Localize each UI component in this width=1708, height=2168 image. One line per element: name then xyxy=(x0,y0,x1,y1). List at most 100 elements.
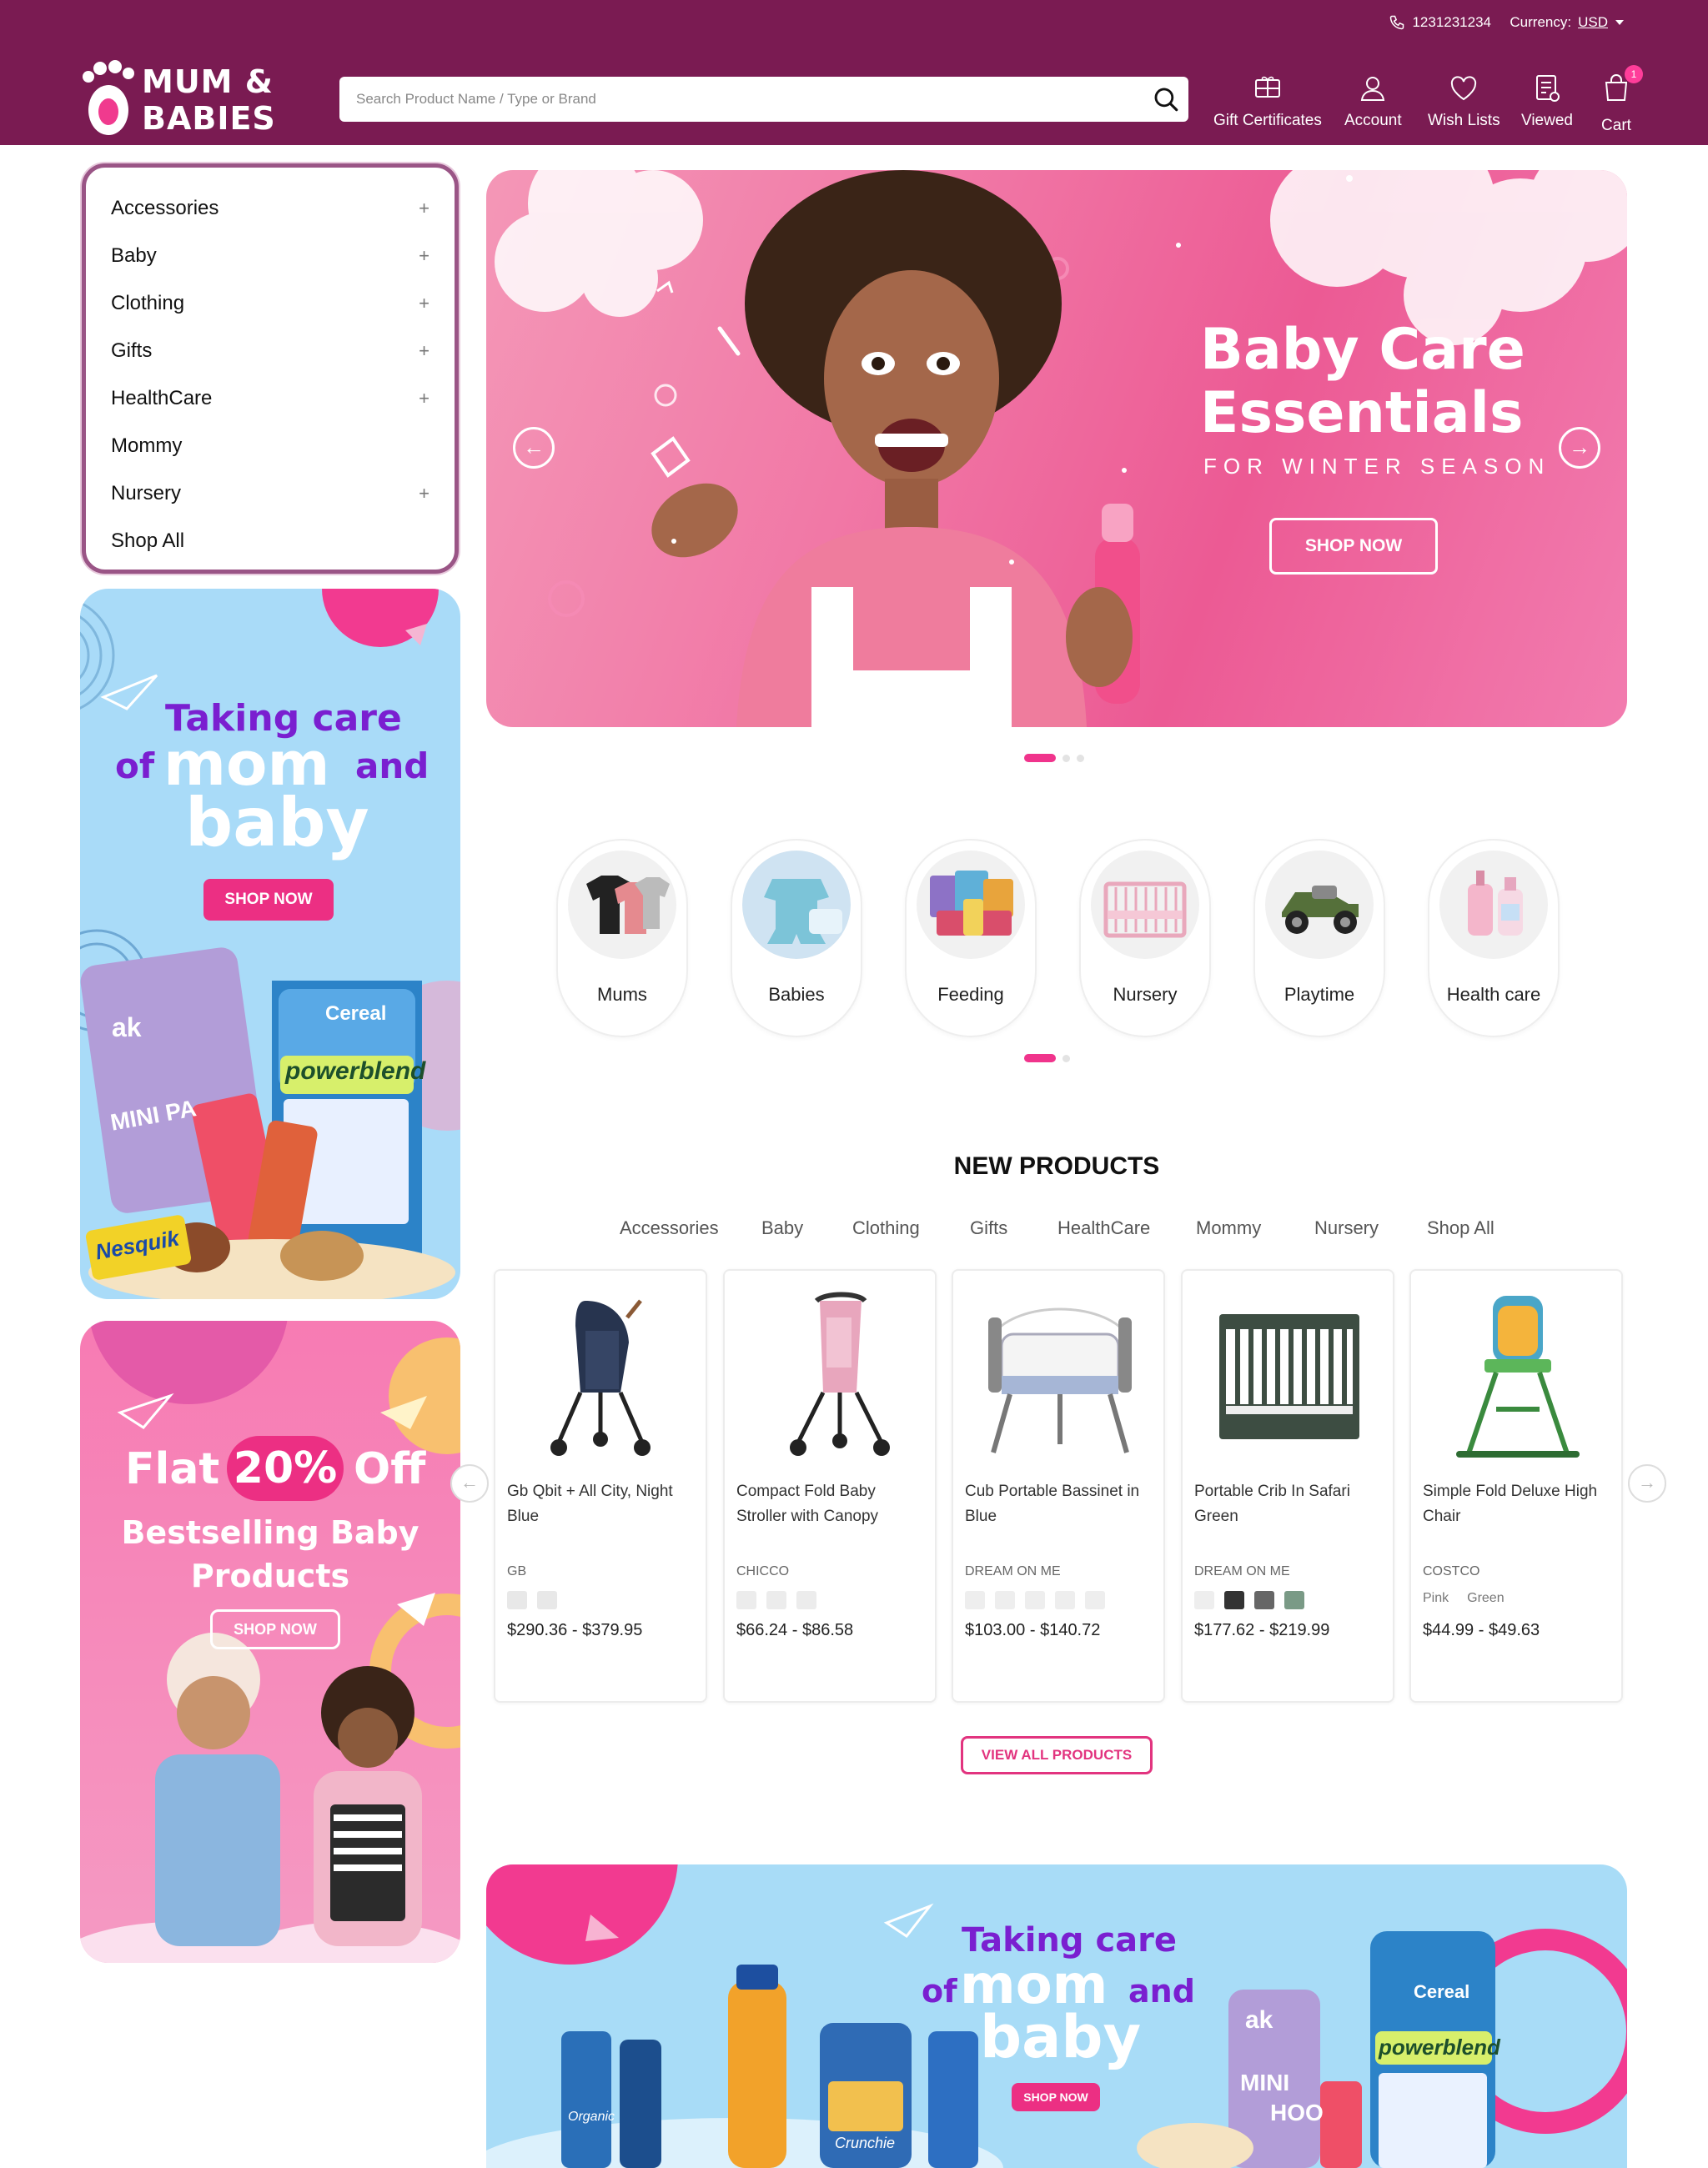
tab-nursery[interactable]: Nursery xyxy=(1314,1217,1379,1239)
product-brand: GB xyxy=(507,1564,527,1578)
promo-banner-mom-baby[interactable]: Taking care of mom and baby SHOP NOW Cer… xyxy=(80,589,460,1299)
category-card-nursery[interactable]: Nursery xyxy=(1079,839,1211,1037)
category-image xyxy=(568,851,676,959)
hero-title: Baby Care Essentials xyxy=(1200,319,1525,445)
nav-account[interactable]: Account xyxy=(1344,72,1402,130)
swatch-option[interactable] xyxy=(965,1591,985,1609)
product-card[interactable]: Portable Crib In Safari Green DREAM ON M… xyxy=(1181,1269,1394,1703)
category-image xyxy=(917,851,1025,959)
expand-plus-icon[interactable]: + xyxy=(419,340,430,362)
category-card-health-care[interactable]: Health care xyxy=(1428,839,1560,1037)
pagination-dot-active[interactable] xyxy=(1024,754,1056,762)
view-all-products-button[interactable]: VIEW ALL PRODUCTS xyxy=(961,1736,1153,1774)
swatch-option[interactable] xyxy=(1194,1591,1214,1609)
expand-plus-icon[interactable]: + xyxy=(419,483,430,504)
expand-plus-icon[interactable]: + xyxy=(419,293,430,314)
package-label: powerblend xyxy=(1379,2035,1500,2060)
tab-clothing[interactable]: Clothing xyxy=(852,1217,920,1239)
category-card-mums[interactable]: Mums xyxy=(556,839,688,1037)
product-name[interactable]: Simple Fold Deluxe High Chair xyxy=(1423,1479,1611,1529)
product-name[interactable]: Cub Portable Bassinet in Blue xyxy=(965,1479,1153,1529)
product-name[interactable]: Portable Crib In Safari Green xyxy=(1194,1479,1383,1529)
expand-plus-icon[interactable]: + xyxy=(419,388,430,409)
pagination-dot-active[interactable] xyxy=(1024,1054,1056,1062)
search-input[interactable] xyxy=(356,77,1123,122)
cart-count-badge: 1 xyxy=(1625,65,1643,83)
swatch-option-pink[interactable]: Pink xyxy=(1423,1591,1449,1606)
products-prev-arrow-icon[interactable]: ← xyxy=(450,1464,489,1503)
tab-accessories[interactable]: Accessories xyxy=(620,1217,719,1239)
product-image-crib xyxy=(1219,1314,1359,1439)
sidebar-item-healthcare[interactable]: HealthCare + xyxy=(111,374,430,422)
sidebar-item-baby[interactable]: Baby + xyxy=(111,232,430,279)
swatch-option[interactable] xyxy=(766,1591,786,1609)
pagination-dot[interactable] xyxy=(1062,1054,1070,1062)
category-card-playtime[interactable]: Playtime xyxy=(1253,839,1385,1037)
promo-banner-bottom[interactable]: Taking care of mom and baby SHOP NOW Cer… xyxy=(486,1864,1627,2168)
swatch-option[interactable] xyxy=(736,1591,756,1609)
nav-cart[interactable]: 1 Cart xyxy=(1600,65,1643,135)
search-icon[interactable] xyxy=(1152,85,1180,113)
phone-contact[interactable]: 1231231234 xyxy=(1389,14,1491,31)
category-image xyxy=(742,851,851,959)
expand-plus-icon[interactable]: + xyxy=(419,245,430,267)
pagination-dot[interactable] xyxy=(1077,754,1084,762)
sidebar-item-mommy[interactable]: Mommy xyxy=(111,422,430,469)
swatch-option[interactable] xyxy=(1055,1591,1075,1609)
hero-next-arrow-icon[interactable]: → xyxy=(1559,427,1600,469)
tab-mommy[interactable]: Mommy xyxy=(1196,1217,1261,1239)
product-card[interactable]: Simple Fold Deluxe High Chair COSTCO Pin… xyxy=(1409,1269,1623,1703)
currency-value[interactable]: USD xyxy=(1578,14,1608,31)
product-name[interactable]: Compact Fold Baby Stroller with Canopy xyxy=(736,1479,925,1529)
swatch-option[interactable] xyxy=(1224,1591,1244,1609)
product-card[interactable]: Cub Portable Bassinet in Blue DREAM ON M… xyxy=(952,1269,1165,1703)
banner-headline-word-of: of xyxy=(115,745,155,786)
shop-now-button[interactable]: SHOP NOW xyxy=(210,1609,340,1649)
category-card-babies[interactable]: Babies xyxy=(731,839,862,1037)
product-card[interactable]: Gb Qbit + All City, Night Blue GB $290.3… xyxy=(494,1269,707,1703)
promo-banner-flat-off[interactable]: Flat 20% Off Bestselling Baby Products S… xyxy=(80,1321,460,1963)
banner-headline-word-baby: baby xyxy=(185,784,369,861)
sidebar-item-accessories[interactable]: Accessories + xyxy=(111,184,430,232)
hero-shop-now-button[interactable]: SHOP NOW xyxy=(1269,518,1438,575)
tab-baby[interactable]: Baby xyxy=(761,1217,803,1239)
category-label: Feeding xyxy=(937,984,1004,1005)
package-label: HOO xyxy=(1270,2100,1324,2125)
tab-healthcare[interactable]: HealthCare xyxy=(1057,1217,1150,1239)
nav-gift-certificates[interactable]: Gift Certificates xyxy=(1213,72,1322,130)
product-name[interactable]: Gb Qbit + All City, Night Blue xyxy=(507,1479,696,1529)
product-swatches: Pink Green xyxy=(1423,1591,1505,1606)
sidebar-item-clothing[interactable]: Clothing + xyxy=(111,279,430,327)
swatch-option[interactable] xyxy=(1284,1591,1304,1609)
swatch-option[interactable] xyxy=(1254,1591,1274,1609)
product-image-stroller xyxy=(790,1292,890,1456)
swatch-option[interactable] xyxy=(995,1591,1015,1609)
swatch-option[interactable] xyxy=(537,1591,557,1609)
category-card-feeding[interactable]: Feeding xyxy=(905,839,1037,1037)
swatch-option[interactable] xyxy=(1025,1591,1045,1609)
sidebar-item-shop-all[interactable]: Shop All xyxy=(111,517,430,565)
swatch-option[interactable] xyxy=(796,1591,816,1609)
pagination-dot[interactable] xyxy=(1062,754,1070,762)
new-products-heading: NEW PRODUCTS xyxy=(953,1152,1160,1180)
tab-shop-all[interactable]: Shop All xyxy=(1427,1217,1494,1239)
swatch-option-green[interactable]: Green xyxy=(1467,1591,1504,1606)
expand-plus-icon[interactable]: + xyxy=(419,198,430,219)
sidebar-item-gifts[interactable]: Gifts + xyxy=(111,327,430,374)
shop-now-button[interactable]: SHOP NOW xyxy=(1012,2083,1100,2111)
nav-wish-lists[interactable]: Wish Lists xyxy=(1428,72,1500,130)
swatch-option[interactable] xyxy=(1085,1591,1105,1609)
site-logo[interactable]: MUM & BABIES xyxy=(80,58,289,138)
sidebar-item-nursery[interactable]: Nursery + xyxy=(111,469,430,517)
products-next-arrow-icon[interactable]: → xyxy=(1628,1464,1666,1503)
product-card[interactable]: Compact Fold Baby Stroller with Canopy C… xyxy=(723,1269,937,1703)
hero-prev-arrow-icon[interactable]: ← xyxy=(513,427,555,469)
package-label: Crunchie xyxy=(835,2135,896,2151)
shop-now-button[interactable]: SHOP NOW xyxy=(203,879,334,921)
banner-percent-pill: 20% xyxy=(227,1436,344,1501)
nav-viewed[interactable]: Viewed xyxy=(1521,72,1573,130)
swatch-option[interactable] xyxy=(507,1591,527,1609)
package-label: Organic xyxy=(568,2110,615,2124)
currency-selector[interactable]: Currency: USD xyxy=(1510,14,1625,31)
tab-gifts[interactable]: Gifts xyxy=(970,1217,1007,1239)
